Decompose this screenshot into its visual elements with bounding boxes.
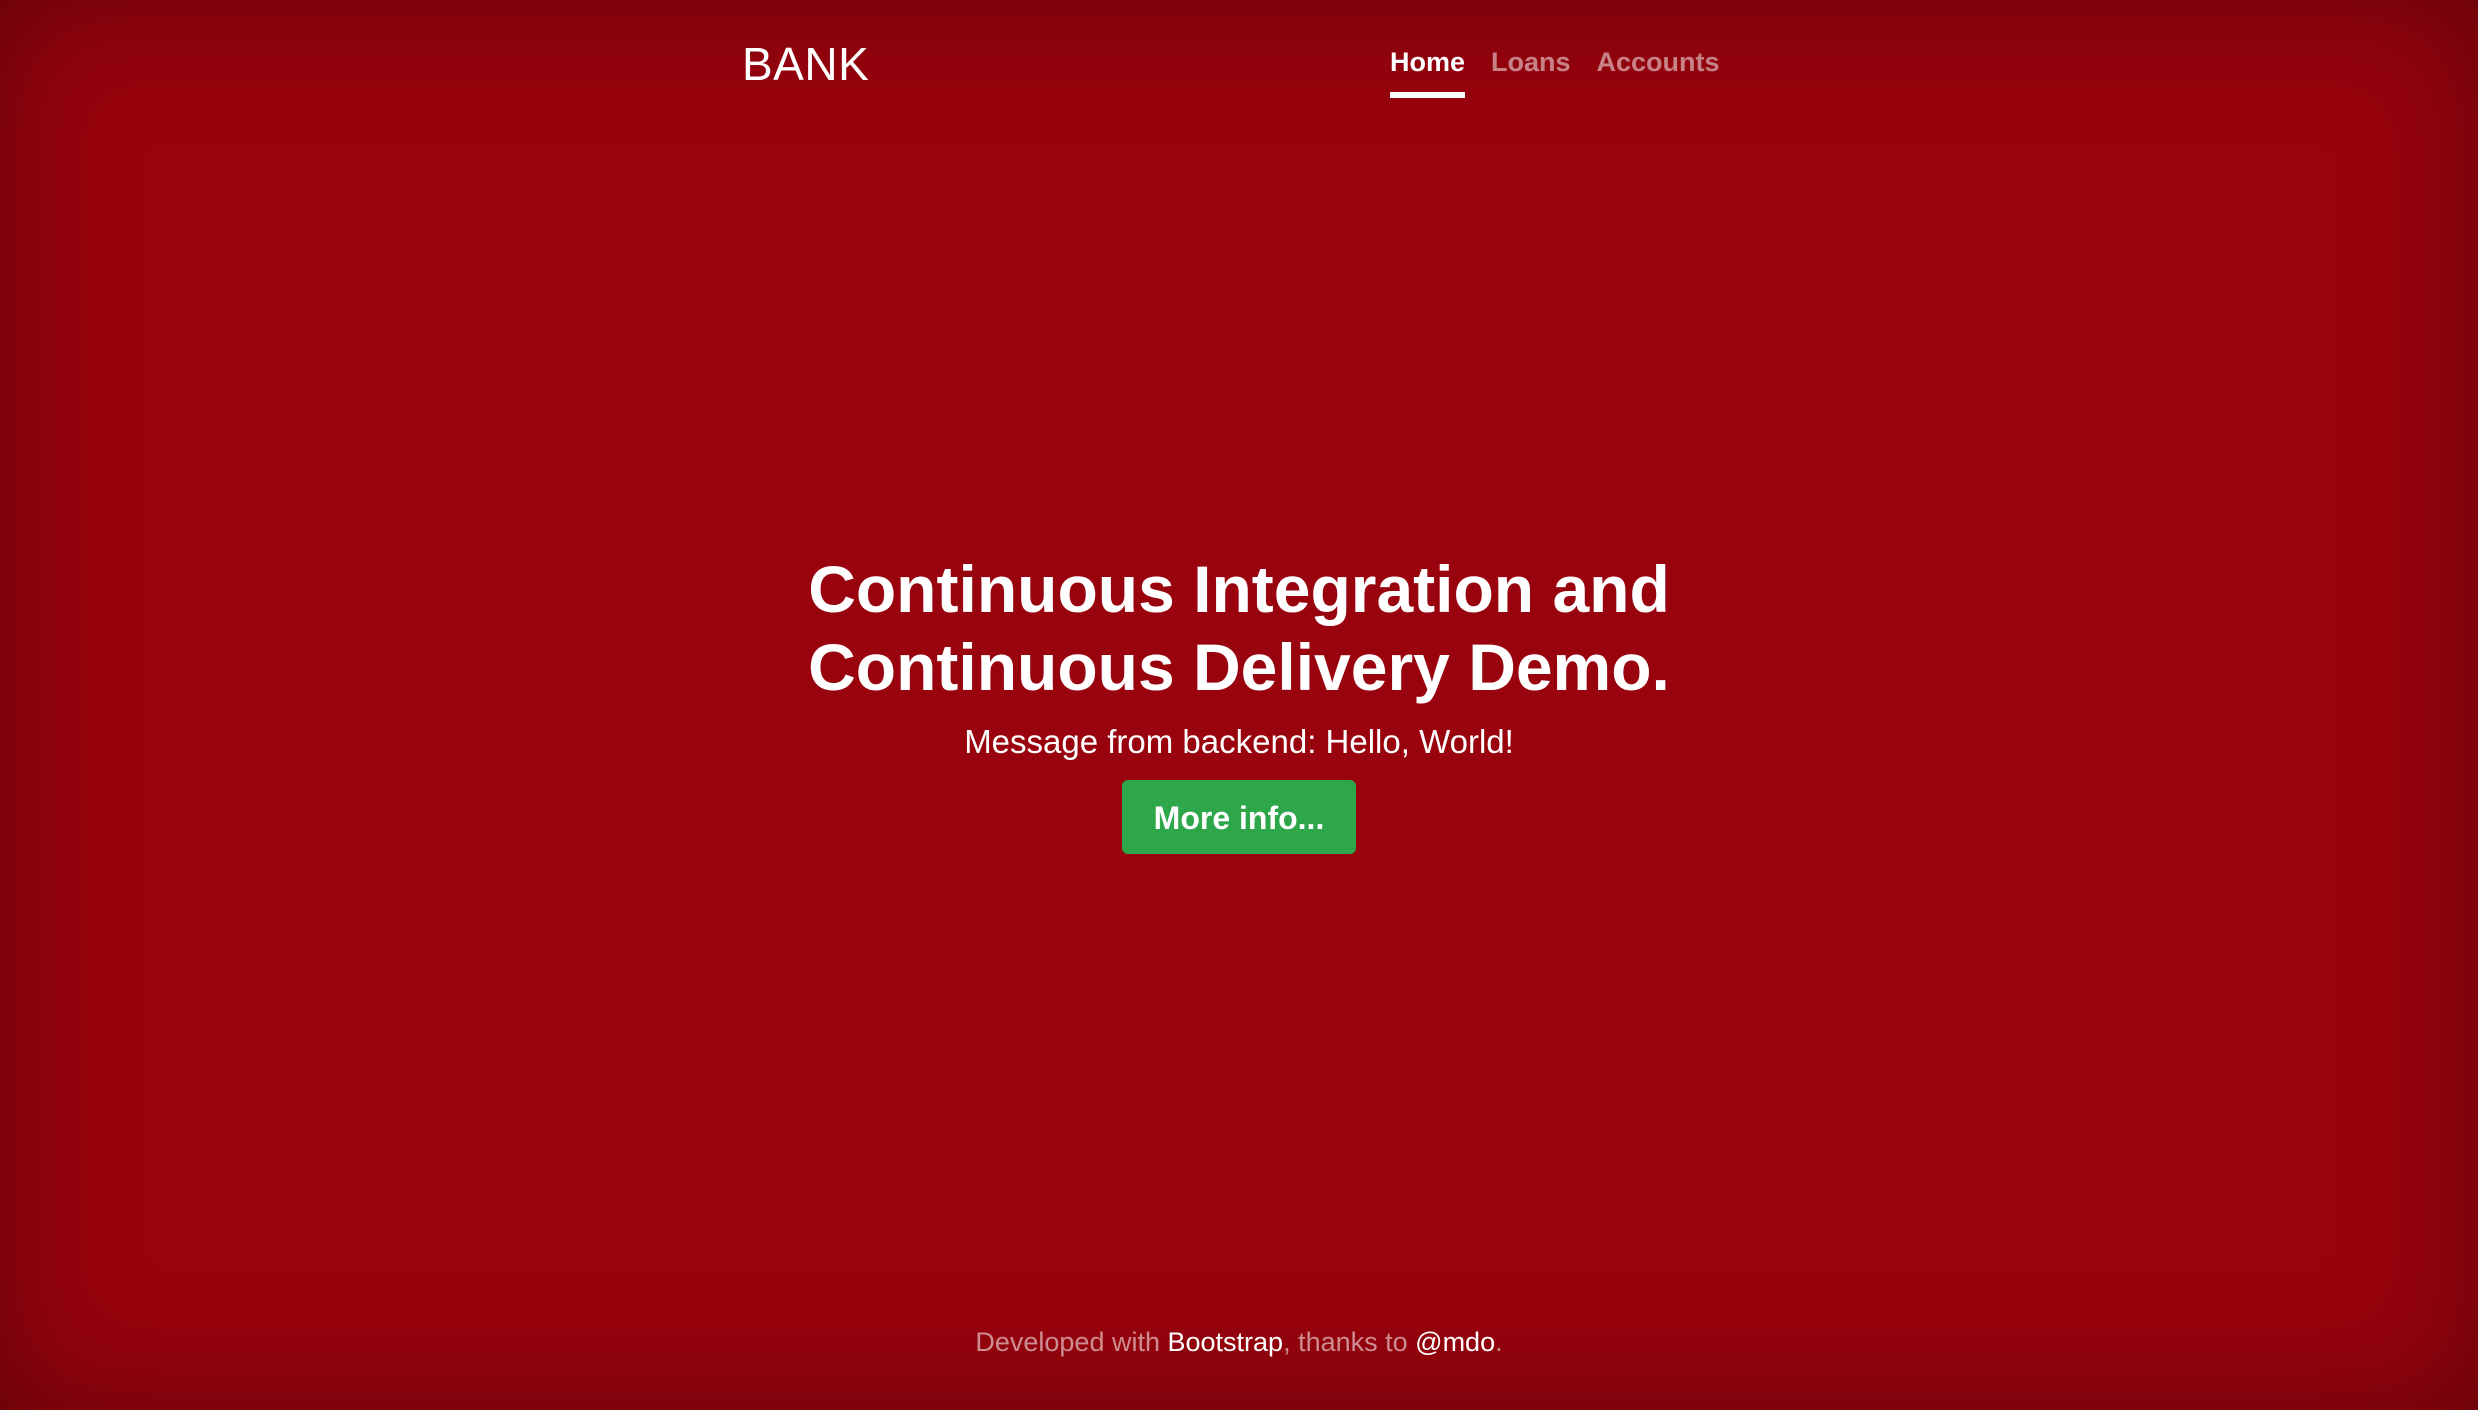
backend-message: Message from backend: Hello, World!	[964, 723, 1514, 760]
more-info-button[interactable]: More info...	[1121, 780, 1357, 854]
nav-link-home[interactable]: Home	[1390, 42, 1466, 98]
mdo-link[interactable]: @mdo	[1415, 1327, 1495, 1357]
main-nav: Home Loans Accounts	[1390, 42, 1720, 102]
nav-link-accounts[interactable]: Accounts	[1597, 42, 1720, 98]
cover-heading: Continuous Integration and Continuous De…	[808, 552, 1670, 704]
brand-logo: BANK	[742, 38, 870, 90]
footer: Developed with Bootstrap, thanks to @mdo…	[0, 1322, 2478, 1362]
cover: Continuous Integration and Continuous De…	[0, 550, 2478, 854]
nav-link-loans[interactable]: Loans	[1491, 42, 1571, 98]
footer-text-middle: , thanks to	[1283, 1327, 1416, 1357]
bootstrap-link[interactable]: Bootstrap	[1168, 1327, 1284, 1357]
footer-text-suffix: .	[1495, 1327, 1503, 1357]
footer-text-prefix: Developed with	[975, 1327, 1168, 1357]
masthead: BANK Home Loans Accounts	[0, 0, 2478, 140]
